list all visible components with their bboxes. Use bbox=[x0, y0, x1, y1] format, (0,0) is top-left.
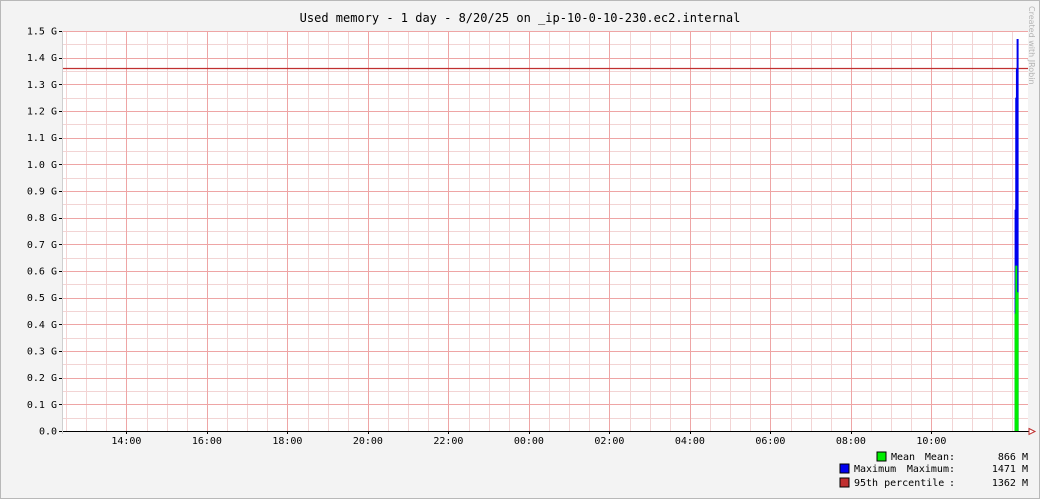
x-tick-label: 06:00 bbox=[755, 436, 785, 447]
x-tick-label: 16:00 bbox=[192, 436, 222, 447]
legend-label: 95th percentile bbox=[854, 478, 944, 489]
legend-swatch bbox=[839, 477, 850, 488]
y-tick-label: 0.8 G bbox=[27, 213, 57, 224]
y-tick-label: 0.4 G bbox=[27, 320, 57, 331]
x-tick-label: 04:00 bbox=[675, 436, 705, 447]
legend-value: 1362 M bbox=[992, 478, 1028, 489]
x-tick-label: 00:00 bbox=[514, 436, 544, 447]
x-tick-label: 22:00 bbox=[433, 436, 463, 447]
legend-swatch bbox=[876, 451, 887, 462]
y-tick-label: 1.0 G bbox=[27, 160, 57, 171]
y-tick-label: 0.9 G bbox=[27, 187, 57, 198]
y-tick-label: 0.0 bbox=[39, 427, 57, 438]
y-tick-label: 0.5 G bbox=[27, 293, 57, 304]
y-tick-label: 1.5 G bbox=[27, 27, 57, 38]
legend-label: Mean bbox=[891, 452, 915, 463]
chart-title: Used memory - 1 day - 8/20/25 on _ip-10-… bbox=[300, 11, 741, 25]
y-tick-label: 0.3 G bbox=[27, 347, 57, 358]
x-tick-label: 08:00 bbox=[836, 436, 866, 447]
x-tick-label: 18:00 bbox=[272, 436, 302, 447]
legend-value: 866 M bbox=[998, 452, 1028, 463]
y-tick-label: 0.6 G bbox=[27, 267, 57, 278]
legend-swatch bbox=[839, 463, 850, 474]
y-tick-label: 0.2 G bbox=[27, 373, 57, 384]
legend-stat: Maximum: bbox=[907, 464, 955, 475]
chart-watermark: Created with JRobin bbox=[1027, 6, 1036, 85]
memory-chart: Used memory - 1 day - 8/20/25 on _ip-10-… bbox=[27, 6, 1037, 489]
x-tick-label: 10:00 bbox=[916, 436, 946, 447]
y-tick-label: 0.7 G bbox=[27, 240, 57, 251]
y-tick-label: 1.1 G bbox=[27, 133, 57, 144]
x-tick-label: 14:00 bbox=[111, 436, 141, 447]
x-tick-label: 02:00 bbox=[594, 436, 624, 447]
mean-bar bbox=[1016, 292, 1019, 431]
x-axis-arrow bbox=[1028, 427, 1037, 436]
y-tick-label: 1.4 G bbox=[27, 53, 57, 64]
x-tick-label: 20:00 bbox=[353, 436, 383, 447]
legend-label: Maximum bbox=[854, 464, 896, 475]
legend-value: 1471 M bbox=[992, 464, 1028, 475]
legend-stat: : bbox=[949, 478, 955, 489]
legend-stat: Mean: bbox=[925, 452, 955, 463]
y-tick-label: 1.3 G bbox=[27, 80, 57, 91]
y-tick-label: 0.1 G bbox=[27, 400, 57, 411]
y-tick-label: 1.2 G bbox=[27, 107, 57, 118]
